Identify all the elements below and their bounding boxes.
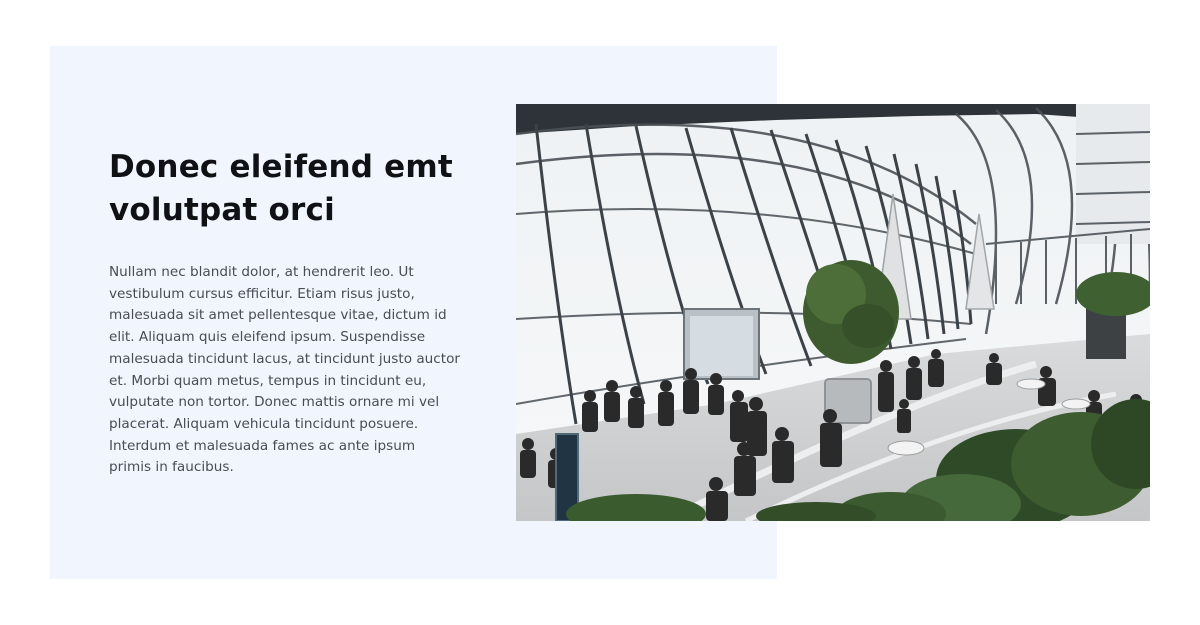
section-heading: Donec eleifend emt volutpat orci [109,149,453,228]
atrium-photo [516,104,1150,521]
atrium-photo-illustration [516,104,1150,521]
page: Donec eleifend emt volutpat orci Nullam … [0,0,1200,625]
section-body-text: Nullam nec blandit dolor, at hendrerit l… [109,264,460,476]
